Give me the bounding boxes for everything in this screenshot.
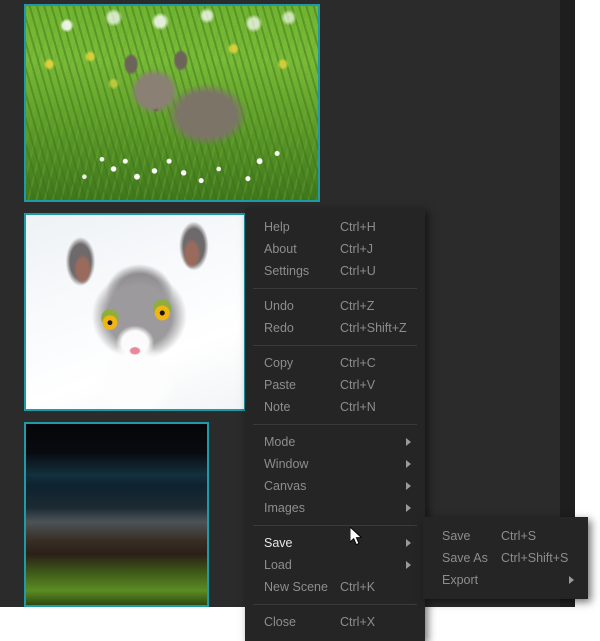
save-submenu-item-save-as[interactable]: Save As Ctrl+Shift+S [423,547,588,569]
save-submenu-item-export[interactable]: Export [423,569,588,591]
menu-item-label: Canvas [264,479,307,493]
menu-item-shortcut: Ctrl+H [340,220,376,234]
menu-item-label: Settings [264,264,310,278]
submenu-chevron-right-icon [406,438,411,446]
menu-item-label: Save As [442,551,488,565]
menu-item-shortcut: Ctrl+J [340,242,373,256]
menu-item-label: Images [264,501,305,515]
context-menu-item-save[interactable]: Save [245,532,425,554]
context-menu-item-new-scene[interactable]: New Scene Ctrl+K [245,576,425,598]
dark-night-landscape-image [26,424,207,605]
submenu-chevron-right-icon [406,460,411,468]
menu-item-shortcut: Ctrl+Shift+Z [340,321,407,335]
context-menu-separator [253,604,417,605]
menu-item-label: Save [442,529,471,543]
menu-item-shortcut: Ctrl+Shift+S [501,551,569,565]
menu-item-label: Load [264,558,292,572]
menu-item-label: About [264,242,297,256]
menu-item-label: Undo [264,299,294,313]
context-menu-separator [253,345,417,346]
thumbnail-kitten-in-grass[interactable] [24,4,320,202]
thumbnail-night-landscape[interactable] [24,422,209,607]
context-menu-item-window[interactable]: Window [245,453,425,475]
menu-item-shortcut: Ctrl+N [340,400,376,414]
menu-item-shortcut: Ctrl+Z [340,299,375,313]
menu-item-shortcut: Ctrl+U [340,264,376,278]
menu-item-label: Export [442,573,479,587]
context-menu-item-settings[interactable]: Settings Ctrl+U [245,260,425,282]
context-menu-item-help[interactable]: Help Ctrl+H [245,216,425,238]
vertical-scrollbar[interactable] [560,0,575,607]
context-menu-item-undo[interactable]: Undo Ctrl+Z [245,295,425,317]
submenu-chevron-right-icon [406,482,411,490]
save-submenu[interactable]: Save Ctrl+S Save As Ctrl+Shift+S Export [423,517,588,599]
context-menu-item-mode[interactable]: Mode [245,431,425,453]
grey-and-white-cat-portrait-image [26,215,244,409]
context-menu-separator [253,288,417,289]
menu-item-label: Close [264,615,296,629]
context-menu-item-redo[interactable]: Redo Ctrl+Shift+Z [245,317,425,339]
menu-item-label: Window [264,457,309,471]
context-menu-item-images[interactable]: Images [245,497,425,519]
menu-item-label: Mode [264,435,296,449]
context-menu-separator [253,525,417,526]
menu-item-shortcut: Ctrl+K [340,580,376,594]
context-menu-item-load[interactable]: Load [245,554,425,576]
context-menu[interactable]: Help Ctrl+H About Ctrl+J Settings Ctrl+U Undo C… [245,208,425,641]
menu-item-label: Help [264,220,290,234]
menu-item-shortcut: Ctrl+X [340,615,376,629]
context-menu-item-about[interactable]: About Ctrl+J [245,238,425,260]
context-menu-item-canvas[interactable]: Canvas [245,475,425,497]
submenu-chevron-right-icon [406,561,411,569]
context-menu-item-note[interactable]: Note Ctrl+N [245,396,425,418]
menu-item-label: New Scene [264,580,328,594]
context-menu-item-close[interactable]: Close Ctrl+X [245,611,425,633]
submenu-chevron-right-icon [406,504,411,512]
submenu-chevron-right-icon [569,576,574,584]
context-menu-item-copy[interactable]: Copy Ctrl+C [245,352,425,374]
menu-item-shortcut: Ctrl+C [340,356,376,370]
menu-item-label: Save [264,536,293,550]
menu-item-label: Paste [264,378,296,392]
save-submenu-item-save[interactable]: Save Ctrl+S [423,525,588,547]
menu-item-label: Copy [264,356,294,370]
context-menu-separator [253,424,417,425]
submenu-chevron-right-icon [406,539,411,547]
menu-item-label: Redo [264,321,294,335]
kitten-in-grass-image [26,6,318,200]
menu-item-shortcut: Ctrl+V [340,378,376,392]
menu-item-label: Note [264,400,291,414]
thumbnail-cat-portrait[interactable] [24,213,246,411]
menu-item-shortcut: Ctrl+S [501,529,537,543]
context-menu-item-paste[interactable]: Paste Ctrl+V [245,374,425,396]
